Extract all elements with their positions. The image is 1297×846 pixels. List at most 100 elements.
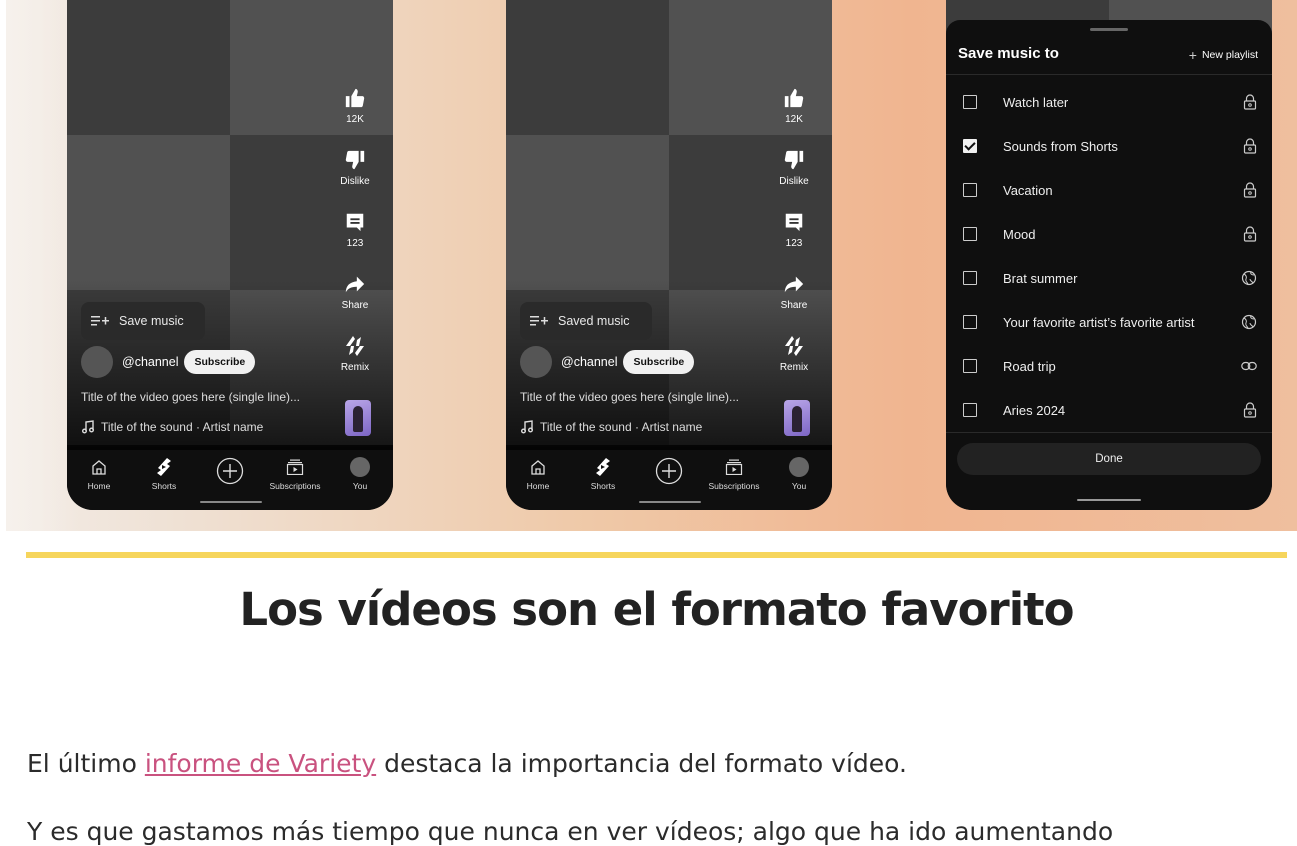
playlist-row[interactable]: Watch later xyxy=(946,80,1272,124)
comment-count: 123 xyxy=(346,238,364,249)
divider xyxy=(946,74,1272,75)
share-label: Share xyxy=(780,300,808,311)
home-indicator xyxy=(639,501,701,503)
lock-icon xyxy=(1243,182,1257,198)
sound-line[interactable]: Title of the sound · Artist name xyxy=(520,420,702,434)
globe-icon xyxy=(1241,270,1257,286)
remix-label: Remix xyxy=(779,362,809,373)
link-icon xyxy=(1241,361,1257,371)
new-playlist-button[interactable]: + New playlist xyxy=(1189,47,1258,63)
remix-button[interactable]: Remix xyxy=(764,333,824,395)
subscribe-button[interactable]: Subscribe xyxy=(184,350,256,374)
share-icon xyxy=(344,271,366,297)
sound-thumbnail[interactable] xyxy=(345,400,371,436)
thumbs-down-icon xyxy=(344,147,366,173)
subscribe-button[interactable]: Subscribe xyxy=(623,350,695,374)
subscriptions-icon xyxy=(286,456,304,478)
nav-you[interactable]: You xyxy=(769,456,829,491)
channel-avatar[interactable] xyxy=(520,346,552,378)
comments-button[interactable]: 123 xyxy=(764,209,824,271)
checkbox-checked[interactable] xyxy=(963,139,977,153)
action-column: 12K Dislike 123 Share Remix xyxy=(764,85,824,395)
checkbox[interactable] xyxy=(963,271,977,285)
thumbs-down-icon xyxy=(783,147,805,173)
playlist-name: Watch later xyxy=(1003,94,1069,110)
nav-you-label: You xyxy=(791,481,807,491)
playlist-name: Sounds from Shorts xyxy=(1003,138,1118,154)
home-indicator xyxy=(1077,499,1141,501)
home-icon xyxy=(530,456,546,478)
home-indicator xyxy=(200,501,262,503)
paragraph-text: El último xyxy=(27,749,145,778)
nav-home[interactable]: Home xyxy=(508,456,568,491)
nav-home[interactable]: Home xyxy=(69,456,129,491)
sound-line[interactable]: Title of the sound · Artist name xyxy=(81,420,263,434)
nav-subscriptions[interactable]: Subscriptions xyxy=(704,456,764,491)
share-button[interactable]: Share xyxy=(325,271,385,333)
section-heading: Los vídeos son el formato favorito xyxy=(239,583,1074,636)
playlist-name: Vacation xyxy=(1003,182,1053,198)
channel-name[interactable]: @channel xyxy=(561,355,617,369)
variety-report-link[interactable]: informe de Variety xyxy=(145,749,376,778)
remix-icon xyxy=(343,333,367,359)
video-title[interactable]: Title of the video goes here (single lin… xyxy=(81,390,300,404)
shorts-icon xyxy=(594,456,612,478)
playlist-row[interactable]: Sounds from Shorts xyxy=(946,124,1272,168)
checkbox[interactable] xyxy=(963,227,977,241)
nav-shorts-label: Shorts xyxy=(590,481,616,491)
section-accent-bar xyxy=(26,552,1287,558)
checkbox[interactable] xyxy=(963,359,977,373)
checkbox[interactable] xyxy=(963,95,977,109)
create-button[interactable] xyxy=(200,457,260,485)
lock-icon xyxy=(1243,402,1257,418)
like-count: 12K xyxy=(346,114,364,125)
remix-button[interactable]: Remix xyxy=(325,333,385,395)
dislike-button[interactable]: Dislike xyxy=(325,147,385,209)
channel-avatar[interactable] xyxy=(81,346,113,378)
nav-shorts[interactable]: Shorts xyxy=(134,456,194,491)
nav-home-label: Home xyxy=(87,481,111,491)
checkbox[interactable] xyxy=(963,183,977,197)
saved-music-button[interactable]: Saved music xyxy=(520,302,652,340)
create-button[interactable] xyxy=(639,457,699,485)
checkbox[interactable] xyxy=(963,315,977,329)
playlist-row[interactable]: Brat summer xyxy=(946,256,1272,300)
like-button[interactable]: 12K xyxy=(325,85,385,147)
comment-count: 123 xyxy=(785,238,803,249)
playlist-row[interactable]: Your favorite artist’s favorite artist xyxy=(946,300,1272,344)
done-button[interactable]: Done xyxy=(957,443,1261,475)
nav-subscriptions[interactable]: Subscriptions xyxy=(265,456,325,491)
channel-name[interactable]: @channel xyxy=(122,355,178,369)
dislike-label: Dislike xyxy=(340,176,370,187)
remix-icon xyxy=(782,333,806,359)
nav-shorts[interactable]: Shorts xyxy=(573,456,633,491)
playlist-row[interactable]: Road trip xyxy=(946,344,1272,388)
checkbox[interactable] xyxy=(963,403,977,417)
playlist-name: Your favorite artist’s favorite artist xyxy=(1003,314,1195,330)
save-music-button[interactable]: Save music xyxy=(81,302,205,340)
sound-thumbnail[interactable] xyxy=(784,400,810,436)
subscriptions-icon xyxy=(725,456,743,478)
video-title[interactable]: Title of the video goes here (single lin… xyxy=(520,390,739,404)
comment-icon xyxy=(783,209,805,235)
playlist-row[interactable]: Aries 2024 xyxy=(946,388,1272,432)
shorts-icon xyxy=(155,456,173,478)
music-note-icon xyxy=(81,420,95,434)
dislike-button[interactable]: Dislike xyxy=(764,147,824,209)
divider xyxy=(946,432,1272,433)
phone-mockup-save-sheet: Save music to + New playlist Watch later… xyxy=(946,0,1272,510)
like-button[interactable]: 12K xyxy=(764,85,824,147)
nav-you[interactable]: You xyxy=(330,456,390,491)
dislike-label: Dislike xyxy=(779,176,809,187)
remix-label: Remix xyxy=(340,362,370,373)
sheet-drag-handle[interactable] xyxy=(1090,28,1128,31)
saved-music-label: Saved music xyxy=(558,314,630,328)
paragraph: Y es que gastamos más tiempo que nunca e… xyxy=(27,817,1114,846)
nav-you-label: You xyxy=(352,481,368,491)
playlist-row[interactable]: Mood xyxy=(946,212,1272,256)
playlist-name: Mood xyxy=(1003,226,1036,242)
comments-button[interactable]: 123 xyxy=(325,209,385,271)
share-button[interactable]: Share xyxy=(764,271,824,333)
share-label: Share xyxy=(341,300,369,311)
playlist-row[interactable]: Vacation xyxy=(946,168,1272,212)
